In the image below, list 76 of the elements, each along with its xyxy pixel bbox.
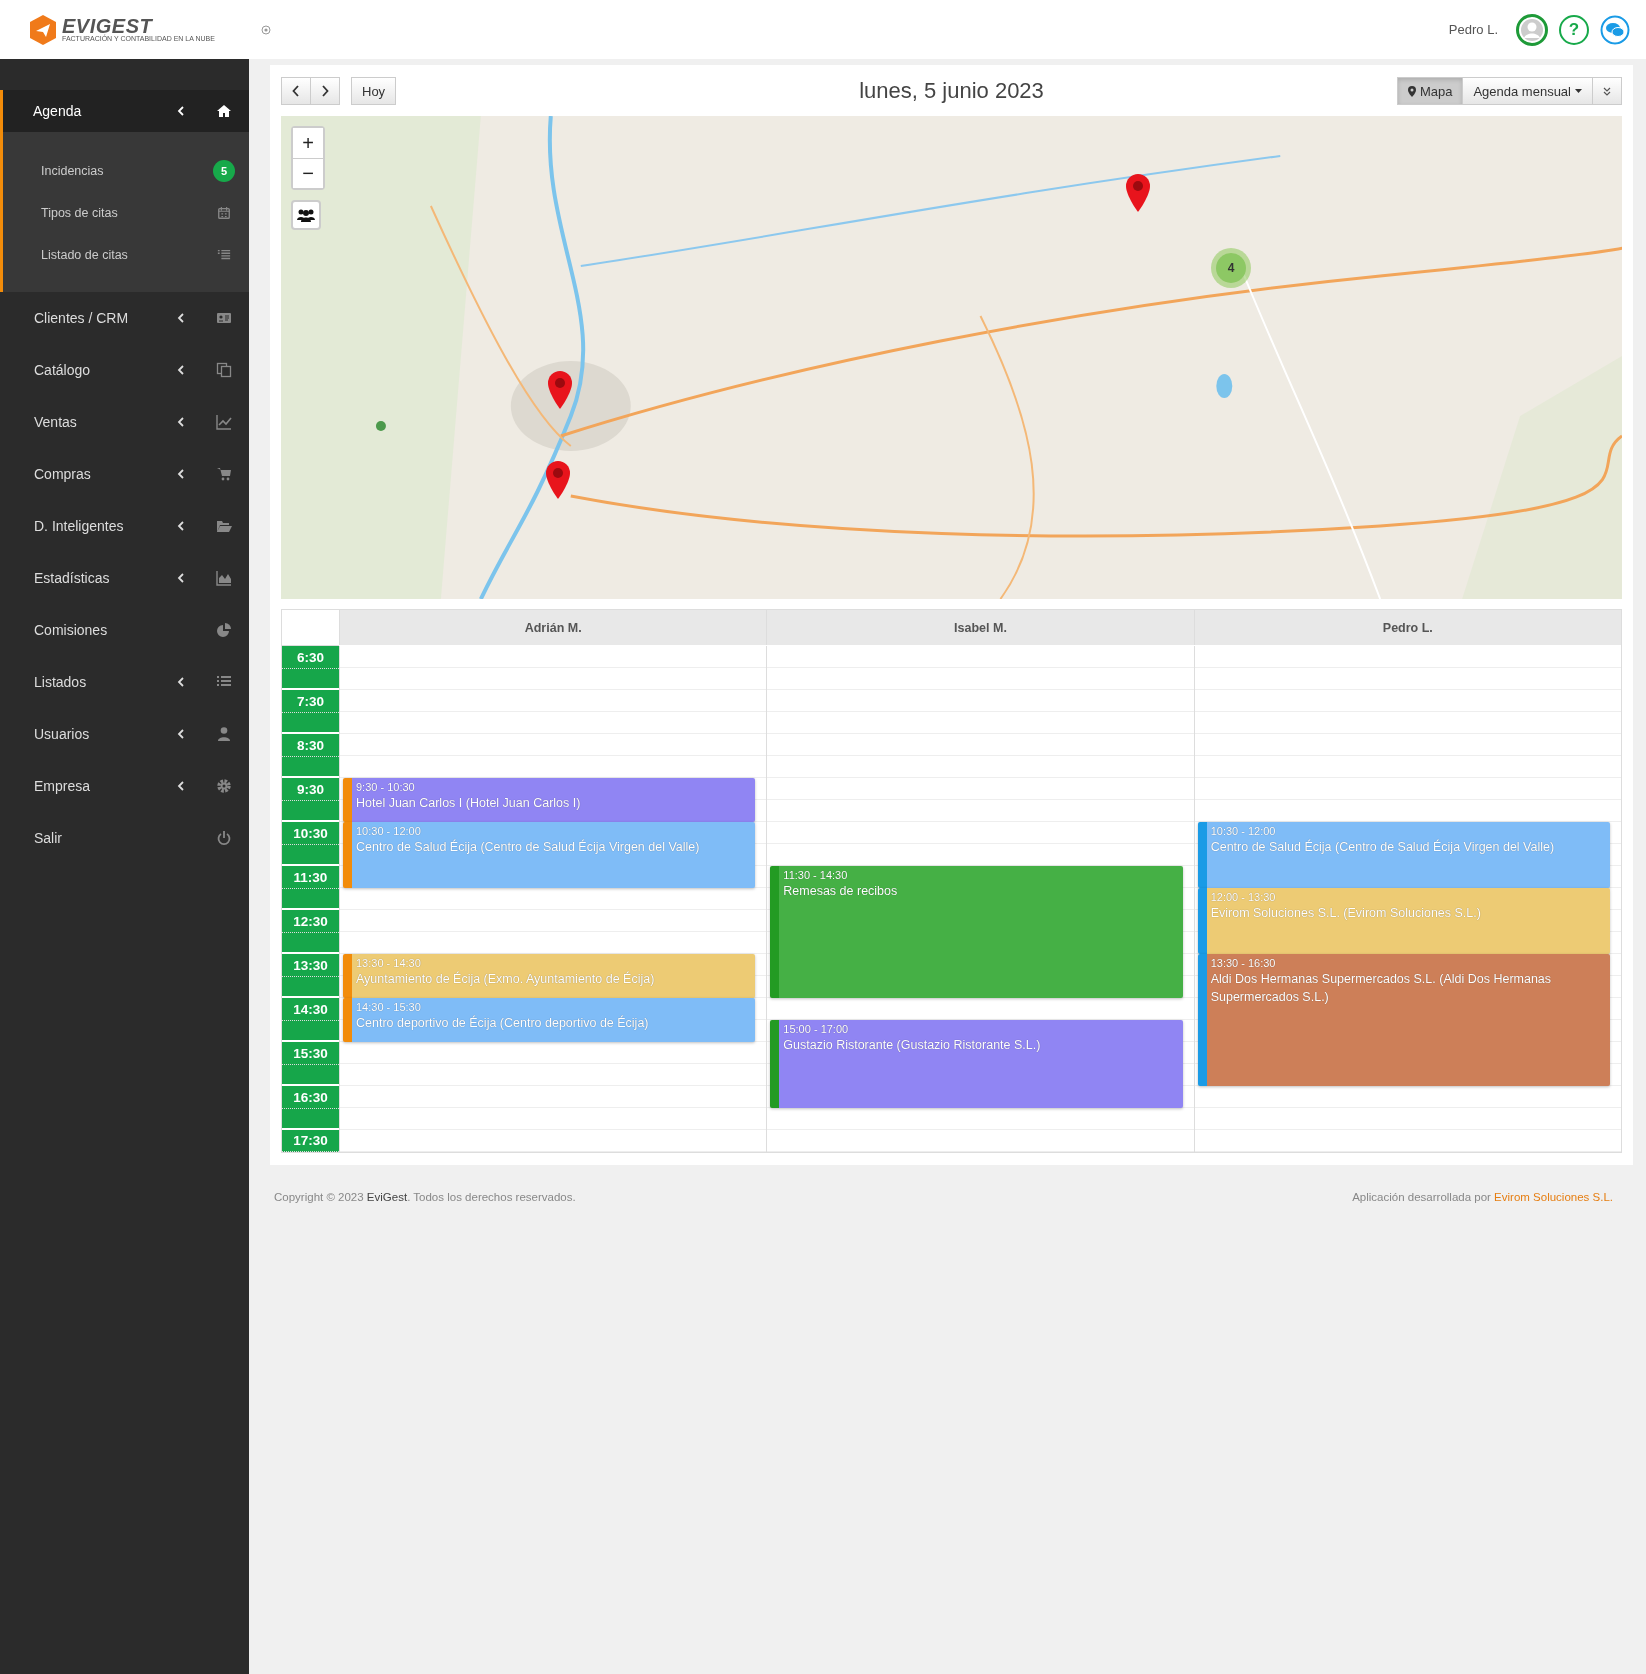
- event-title: Evirom Soluciones S.L. (Evirom Soluciones S.L.): [1210, 905, 1482, 922]
- sidebar-item[interactable]: Usuarios: [0, 708, 249, 760]
- copy-icon: [216, 362, 232, 378]
- event-time: 14:30 - 15:30: [356, 1000, 422, 1014]
- event-title: Remesas de recibos: [783, 883, 899, 900]
- event-title: Hotel Juan Carlos I (Hotel Juan Carlos I): [356, 795, 582, 812]
- sidebar-item[interactable]: Ventas: [0, 396, 249, 448]
- sidebar-item[interactable]: D. Inteligentes: [0, 500, 249, 552]
- sidebar-item[interactable]: Comisiones: [0, 604, 249, 656]
- event-time: 12:00 - 13:30: [1210, 890, 1277, 904]
- double-chevron-icon: [1603, 86, 1611, 96]
- line-chart-icon: [216, 414, 232, 430]
- chat-icon[interactable]: [1600, 14, 1630, 45]
- map-cluster[interactable]: 4: [1211, 248, 1251, 288]
- copyright-text: Copyright © 2023 EviGest. Todos los derechos reservados.: [274, 1191, 576, 1203]
- column-header: Pedro L.: [1193, 610, 1621, 645]
- event-time: 13:30 - 16:30: [1210, 956, 1277, 970]
- event-time: 10:30 - 12:00: [356, 824, 422, 838]
- user-name[interactable]: Pedro L.: [1448, 22, 1498, 37]
- column-header: Isabel M.: [766, 610, 1194, 645]
- next-button[interactable]: [311, 77, 340, 105]
- area-chart-icon: [216, 570, 232, 586]
- user-icon: [216, 726, 232, 742]
- view-button[interactable]: Agenda mensual: [1463, 77, 1593, 105]
- map-marker-icon[interactable]: [546, 370, 574, 410]
- map-marker-icon[interactable]: [544, 460, 572, 500]
- event-title: Centro deportivo de Écija (Centro deportivo de Écija): [356, 1014, 650, 1032]
- settings-icon: [216, 778, 232, 794]
- chevron-left-icon: [292, 85, 300, 97]
- previous-button[interactable]: [281, 77, 311, 105]
- power-icon: [216, 830, 232, 846]
- folder-icon: [216, 518, 232, 534]
- submenu-item[interactable]: Listado de citas: [3, 234, 249, 276]
- event-time: 10:30 - 12:00: [1210, 824, 1277, 838]
- pin-icon: [1407, 85, 1416, 97]
- sidebar-item[interactable]: Compras: [0, 448, 249, 500]
- event-title: Aldi Dos Hermanas Supermercados S.L. (Aldi Dos Hermanas Supermercados S.L.): [1210, 971, 1553, 1006]
- credit-text: Aplicación desarrollada por: [1352, 1191, 1491, 1203]
- sidebar-item[interactable]: Catálogo: [0, 344, 249, 396]
- sidebar-item[interactable]: Estadísticas: [0, 552, 249, 604]
- event-title: Centro de Salud Écija (Centro de Salud Écija Virgen del Valle): [1210, 838, 1556, 856]
- caret-icon: [1575, 89, 1582, 93]
- people-icon: [297, 208, 315, 222]
- event-title: Ayuntamiento de Écija (Exmo. Ayuntamiento de Écija): [356, 970, 656, 988]
- logo-icon: [28, 13, 58, 46]
- date-title: lunes, 5 junio 2023: [859, 78, 1044, 104]
- group-button[interactable]: [291, 200, 321, 230]
- view-button[interactable]: Mapa: [1396, 77, 1464, 105]
- chevron-right-icon: [321, 85, 329, 97]
- map-marker-icon[interactable]: [1124, 173, 1152, 213]
- sidebar-item[interactable]: Agenda: [0, 90, 249, 132]
- column-header: Adrián M.: [339, 610, 767, 645]
- event-title: Gustazio Ristorante (Gustazio Ristorante S.L.): [783, 1037, 1042, 1054]
- calendar-icon: [217, 206, 231, 220]
- sidebar-item[interactable]: Empresa: [0, 760, 249, 812]
- event-time: 11:30 - 14:30: [783, 868, 849, 882]
- submenu-item[interactable]: Incidencias 5: [3, 150, 249, 192]
- event-time: 9:30 - 10:30: [356, 780, 416, 794]
- zoom-out-button[interactable]: −: [293, 158, 323, 188]
- id-card-icon: [216, 310, 232, 326]
- list-icon: [217, 248, 231, 262]
- event-title: Centro de Salud Écija (Centro de Salud Écija Virgen del Valle): [356, 838, 701, 856]
- count-badge: 5: [213, 160, 235, 182]
- event-time: 13:30 - 14:30: [356, 956, 422, 970]
- today-button[interactable]: Hoy: [351, 77, 397, 105]
- avatar-icon[interactable]: [1516, 13, 1548, 46]
- event-time: 15:00 - 17:00: [783, 1022, 850, 1036]
- home-icon: [216, 103, 232, 119]
- cart-icon: [216, 466, 232, 482]
- sidebar-item[interactable]: Clientes / CRM: [0, 292, 249, 344]
- sidebar-item[interactable]: Listados: [0, 656, 249, 708]
- sidebar-item[interactable]: Salir: [0, 812, 249, 864]
- radio-icon[interactable]: [260, 24, 271, 35]
- pie-chart-icon: [216, 622, 232, 638]
- submenu-item[interactable]: Tipos de citas: [3, 192, 249, 234]
- logo-text: EVIGEST: [62, 16, 153, 35]
